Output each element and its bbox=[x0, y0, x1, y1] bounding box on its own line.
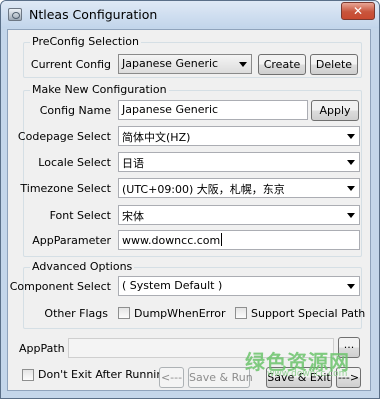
codepage-select[interactable]: 简体中文(HZ) bbox=[118, 126, 360, 146]
app-icon bbox=[8, 8, 22, 21]
current-config-value: Japanese Generic bbox=[122, 57, 219, 70]
locale-label: Locale Select bbox=[38, 156, 111, 169]
dump-when-error-label[interactable]: DumpWhenError bbox=[134, 307, 226, 320]
codepage-label: Codepage Select bbox=[17, 130, 111, 143]
locale-value: 日语 bbox=[122, 157, 144, 170]
timezone-select[interactable]: (UTC+09:00) 大阪，札幌，东京 bbox=[118, 178, 360, 198]
config-name-value: Japanese Generic bbox=[122, 103, 219, 116]
close-button[interactable]: ✕ bbox=[341, 2, 375, 20]
chevron-down-icon bbox=[347, 134, 355, 139]
timezone-label: Timezone Select bbox=[20, 182, 111, 195]
chevron-down-icon bbox=[239, 62, 247, 67]
app-parameter-value: www.downcc.com bbox=[122, 234, 221, 247]
window-title: Ntleas Configuration bbox=[29, 7, 158, 22]
config-name-label: Config Name bbox=[39, 104, 111, 117]
dump-when-error-checkbox[interactable] bbox=[118, 307, 130, 319]
current-config-label: Current Config bbox=[30, 58, 111, 71]
apply-button[interactable]: Apply bbox=[311, 100, 359, 121]
previous-button[interactable]: <--- bbox=[159, 367, 184, 388]
app-parameter-label: AppParameter bbox=[32, 234, 111, 247]
component-value: ( System Default ) bbox=[122, 279, 223, 292]
font-select[interactable]: 宋体 bbox=[118, 205, 360, 225]
preconfig-legend: PreConfig Selection bbox=[30, 35, 141, 48]
delete-button[interactable]: Delete bbox=[310, 54, 358, 75]
app-parameter-field[interactable]: www.downcc.com bbox=[118, 230, 360, 250]
timezone-value: (UTC+09:00) 大阪，札幌，东京 bbox=[122, 183, 285, 196]
new-config-legend: Make New Configuration bbox=[30, 83, 169, 96]
dialog-client-area: PreConfig Selection Current Config Japan… bbox=[7, 29, 371, 391]
create-button[interactable]: Create bbox=[258, 54, 306, 75]
chevron-down-icon bbox=[347, 213, 355, 218]
dont-exit-label[interactable]: Don't Exit After Running bbox=[38, 368, 170, 381]
current-config-select[interactable]: Japanese Generic bbox=[118, 54, 252, 74]
config-window: Ntleas Configuration ✕ PreConfig Selecti… bbox=[0, 0, 380, 399]
locale-select[interactable]: 日语 bbox=[118, 152, 360, 172]
support-special-path-checkbox[interactable] bbox=[235, 307, 247, 319]
title-bar[interactable]: Ntleas Configuration ✕ bbox=[1, 1, 379, 28]
support-special-path-label[interactable]: Support Special Path bbox=[251, 307, 365, 320]
chevron-down-icon bbox=[347, 284, 355, 289]
text-caret bbox=[221, 233, 223, 246]
chevron-down-icon bbox=[347, 186, 355, 191]
save-and-run-button[interactable]: Save & Run bbox=[188, 367, 253, 388]
chevron-down-icon bbox=[347, 160, 355, 165]
codepage-value: 简体中文(HZ) bbox=[122, 131, 191, 144]
dont-exit-checkbox[interactable] bbox=[22, 369, 34, 381]
watermark-url: www.downcc.com bbox=[267, 369, 348, 379]
font-value: 宋体 bbox=[122, 210, 144, 223]
advanced-legend: Advanced Options bbox=[30, 260, 135, 273]
config-name-field[interactable]: Japanese Generic bbox=[118, 100, 308, 120]
app-path-label: AppPath bbox=[19, 342, 65, 355]
component-label: Component Select bbox=[9, 280, 111, 293]
font-label: Font Select bbox=[49, 209, 111, 222]
other-flags-label: Other Flags bbox=[44, 307, 108, 320]
component-select[interactable]: ( System Default ) bbox=[118, 276, 360, 296]
